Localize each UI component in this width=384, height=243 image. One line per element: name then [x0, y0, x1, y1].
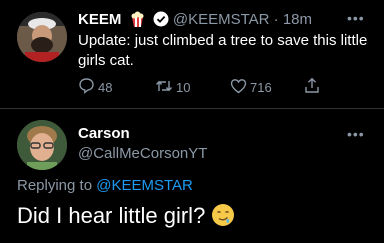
replying-to-handle[interactable]: @KEEMSTAR: [96, 177, 193, 194]
verified-badge-icon: [153, 11, 169, 33]
tweet-header: KEEM @KEEMSTAR · 18m: [78, 10, 312, 30]
share-icon: [304, 77, 323, 97]
reply-icon: [78, 77, 98, 97]
popcorn-icon: [130, 11, 145, 33]
replying-to: Replying to @KEEMSTAR: [17, 176, 193, 196]
replying-prefix: Replying to: [17, 177, 93, 194]
tweet-time[interactable]: · 18m: [274, 11, 312, 28]
keem-avatar[interactable]: [17, 12, 67, 62]
retweet-count: 10: [176, 79, 191, 95]
tweet-text: Update: just climbed a tree to save this…: [78, 32, 368, 69]
reply-author-handle[interactable]: @CallMeCorsonYT: [78, 144, 207, 164]
reply-text-row: Did I hear little girl?: [17, 202, 235, 234]
reply-author-name[interactable]: Carson: [78, 124, 130, 144]
like-button[interactable]: 716: [230, 77, 272, 97]
more-icon[interactable]: •••: [347, 10, 365, 26]
retweet-icon: [155, 78, 176, 97]
reply-text: Did I hear little girl?: [17, 203, 206, 228]
like-icon: [230, 78, 250, 97]
original-tweet[interactable]: KEEM @KEEMSTAR · 18m ••• Update: just cl…: [0, 0, 384, 104]
author-handle[interactable]: @KEEMSTAR: [173, 11, 270, 28]
retweet-button[interactable]: 10: [155, 77, 190, 97]
author-name[interactable]: KEEM: [78, 11, 121, 28]
carson-avatar[interactable]: [17, 120, 67, 170]
reply-count: 48: [98, 79, 113, 95]
share-button[interactable]: [304, 77, 323, 97]
like-count: 716: [250, 79, 272, 95]
tweet-divider: [0, 108, 384, 109]
tweet-actions: 48 10 716: [78, 77, 319, 97]
reply-button[interactable]: 48: [78, 77, 112, 97]
smirk-drool-emoji-icon: [211, 203, 235, 234]
reply-more-icon[interactable]: •••: [347, 126, 365, 142]
